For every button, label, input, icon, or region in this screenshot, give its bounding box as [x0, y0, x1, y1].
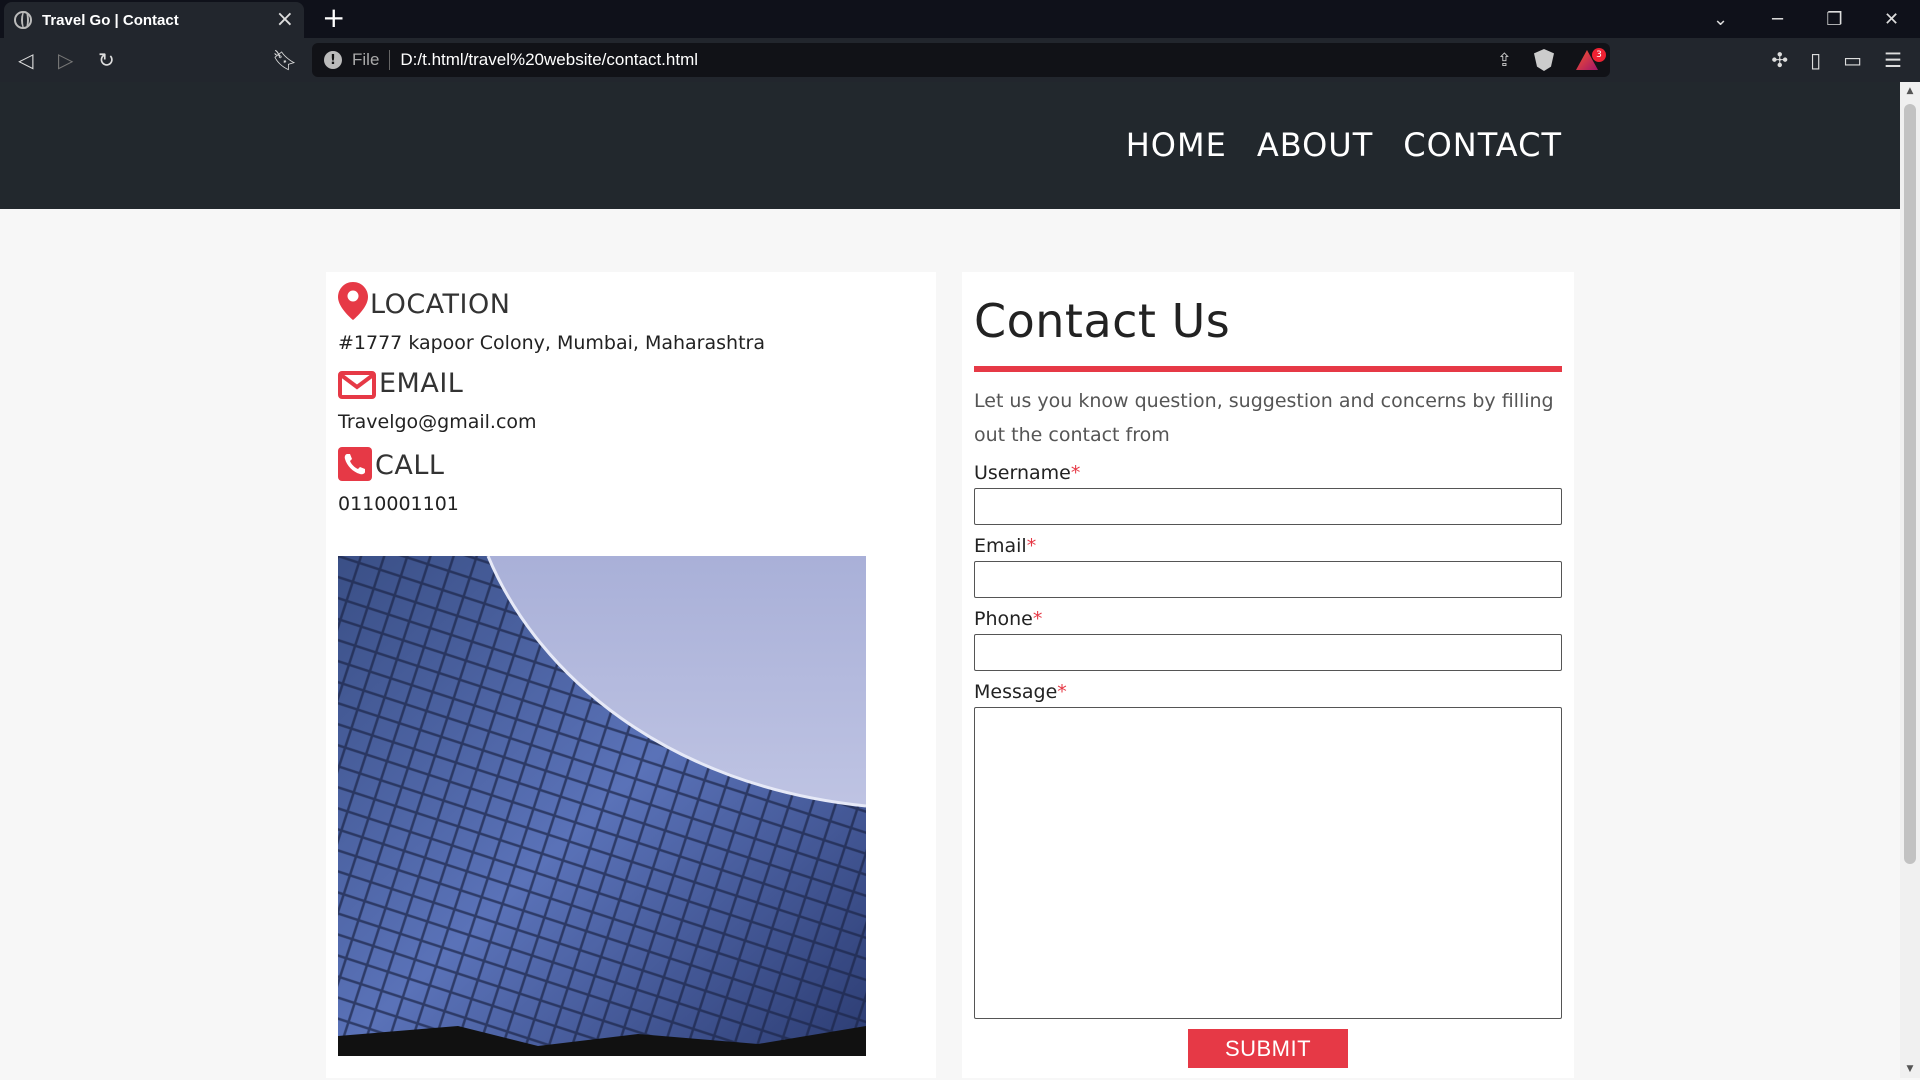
email-heading-text: EMAIL: [379, 368, 464, 399]
email-label-text: Email: [974, 535, 1027, 557]
back-icon[interactable]: ◁: [18, 48, 33, 72]
submit-button[interactable]: SUBMIT: [1188, 1029, 1348, 1068]
menu-icon[interactable]: ☰: [1884, 48, 1902, 72]
location-heading-text: LOCATION: [370, 289, 511, 320]
email-text: Travelgo@gmail.com: [338, 411, 537, 433]
browser-toolbar: ◁ ▷ ↻ 🔖︎ ! File D:/t.html/travel%20websi…: [0, 38, 1920, 82]
reload-icon[interactable]: ↻: [98, 48, 115, 72]
required-mark: *: [1070, 462, 1081, 484]
building-photo: [338, 556, 866, 1056]
site-nav: HOME ABOUT CONTACT: [1126, 126, 1562, 164]
minimize-icon[interactable]: ─: [1749, 9, 1806, 30]
site-header: HOME ABOUT CONTACT: [0, 82, 1900, 209]
page-viewport: HOME ABOUT CONTACT LOCATION #1777 kapoor…: [0, 82, 1900, 1078]
close-window-icon[interactable]: ✕: [1863, 9, 1920, 30]
contact-form-card: Contact Us Let us you know question, sug…: [962, 272, 1574, 1078]
page-scrollbar[interactable]: ▲ ▼: [1900, 82, 1920, 1078]
required-mark: *: [1026, 535, 1037, 557]
scroll-thumb[interactable]: [1904, 104, 1916, 864]
extensions-icon[interactable]: ✣: [1771, 48, 1788, 72]
title-underline: [974, 366, 1562, 372]
message-label-text: Message: [974, 681, 1058, 703]
info-icon[interactable]: !: [324, 51, 342, 69]
share-icon[interactable]: ⇪: [1497, 50, 1512, 71]
close-tab-icon[interactable]: ×: [276, 9, 294, 31]
wallet-icon[interactable]: ▭: [1843, 48, 1862, 72]
email-heading: EMAIL: [338, 368, 924, 399]
tab-title: Travel Go | Contact: [42, 11, 179, 29]
form-title: Contact Us: [974, 294, 1231, 348]
restore-icon[interactable]: ❐: [1806, 9, 1863, 30]
scroll-down-icon[interactable]: ▼: [1904, 1064, 1916, 1074]
call-heading-text: CALL: [375, 450, 445, 481]
form-description: Let us you know question, suggestion and…: [974, 390, 1554, 446]
brave-shield-icon[interactable]: [1534, 49, 1554, 71]
required-mark: *: [1057, 681, 1067, 703]
window-controls: ⌄ ─ ❐ ✕: [1692, 0, 1920, 38]
phone-icon: [338, 447, 372, 481]
email-label: Email*: [974, 535, 1562, 557]
message-label: Message*: [974, 681, 1562, 703]
new-tab-button[interactable]: +: [322, 3, 345, 33]
phone-input[interactable]: [974, 634, 1562, 671]
forward-icon[interactable]: ▷: [58, 48, 73, 72]
username-label-text: Username: [974, 462, 1071, 484]
tab-search-icon[interactable]: ⌄: [1692, 9, 1749, 30]
url-text[interactable]: D:/t.html/travel%20website/contact.html: [400, 50, 1497, 70]
browser-right-tools: ✣ ▯ ▭ ☰: [1771, 48, 1902, 72]
phone-label-text: Phone: [974, 608, 1033, 630]
phone-label: Phone*: [974, 608, 1562, 630]
message-textarea[interactable]: [974, 707, 1562, 1019]
nav-about-link[interactable]: ABOUT: [1257, 126, 1373, 164]
username-input[interactable]: [974, 488, 1562, 525]
browser-tab[interactable]: Travel Go | Contact ×: [4, 2, 304, 38]
email-input[interactable]: [974, 561, 1562, 598]
globe-icon: [14, 11, 32, 29]
browser-tabbar: Travel Go | Contact × + ⌄ ─ ❐ ✕: [0, 0, 1920, 38]
envelope-icon: [338, 371, 376, 399]
call-heading: CALL: [338, 447, 924, 481]
address-bar[interactable]: ! File D:/t.html/travel%20website/contac…: [312, 43, 1610, 77]
bookmark-icon[interactable]: 🔖︎: [272, 48, 297, 72]
scroll-up-icon[interactable]: ▲: [1904, 86, 1916, 96]
address-bar-actions: ⇪: [1497, 49, 1598, 71]
call-text: 0110001101: [338, 493, 459, 515]
username-label: Username*: [974, 462, 1562, 484]
sidebar-icon[interactable]: ▯: [1810, 48, 1821, 72]
location-pin-icon: [338, 282, 368, 320]
location-text: #1777 kapoor Colony, Mumbai, Maharashtra: [338, 332, 765, 354]
nav-contact-link[interactable]: CONTACT: [1403, 126, 1562, 164]
location-heading: LOCATION: [338, 282, 924, 320]
building-image: [338, 556, 866, 1056]
required-mark: *: [1032, 608, 1043, 630]
nav-home-link[interactable]: HOME: [1126, 126, 1227, 164]
rewards-badge: 3: [1592, 48, 1606, 62]
file-label: File: [352, 50, 391, 70]
contact-info-card: LOCATION #1777 kapoor Colony, Mumbai, Ma…: [326, 272, 936, 1078]
